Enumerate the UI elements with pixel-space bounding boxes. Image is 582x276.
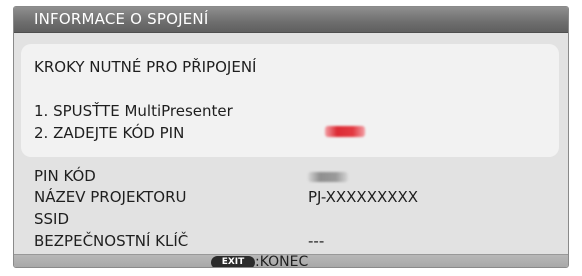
pin-code-value-obscured [308, 172, 348, 182]
projector-name-value: PJ-XXXXXXXXX [308, 188, 419, 206]
projector-name-label: NÁZEV PROJEKTORU [34, 188, 187, 206]
security-key-value: --- [308, 232, 325, 250]
steps-heading: KROKY NUTNÉ PRO PŘIPOJENÍ [34, 58, 257, 76]
connection-steps-panel: KROKY NUTNÉ PRO PŘIPOJENÍ 1. SPUSŤTE Mul… [21, 44, 559, 157]
exit-label: :KONEC [255, 254, 309, 268]
dialog-title: INFORMACE O SPOJENÍ [34, 10, 209, 28]
title-bar: INFORMACE O SPOJENÍ [14, 7, 568, 33]
footer-bar: EXIT :KONEC [14, 254, 568, 268]
pin-code-label: PIN KÓD [34, 167, 96, 185]
exit-button[interactable]: EXIT [211, 256, 255, 267]
ssid-label: SSID [34, 210, 70, 228]
pin-code-obscured [325, 126, 365, 137]
step-2: 2. ZADEJTE KÓD PIN [34, 124, 185, 142]
security-key-label: BEZPEČNOSTNÍ KLÍČ [34, 232, 189, 250]
connection-info-dialog: INFORMACE O SPOJENÍ KROKY NUTNÉ PRO PŘIP… [13, 6, 569, 268]
step-1: 1. SPUSŤTE MultiPresenter [34, 102, 233, 120]
